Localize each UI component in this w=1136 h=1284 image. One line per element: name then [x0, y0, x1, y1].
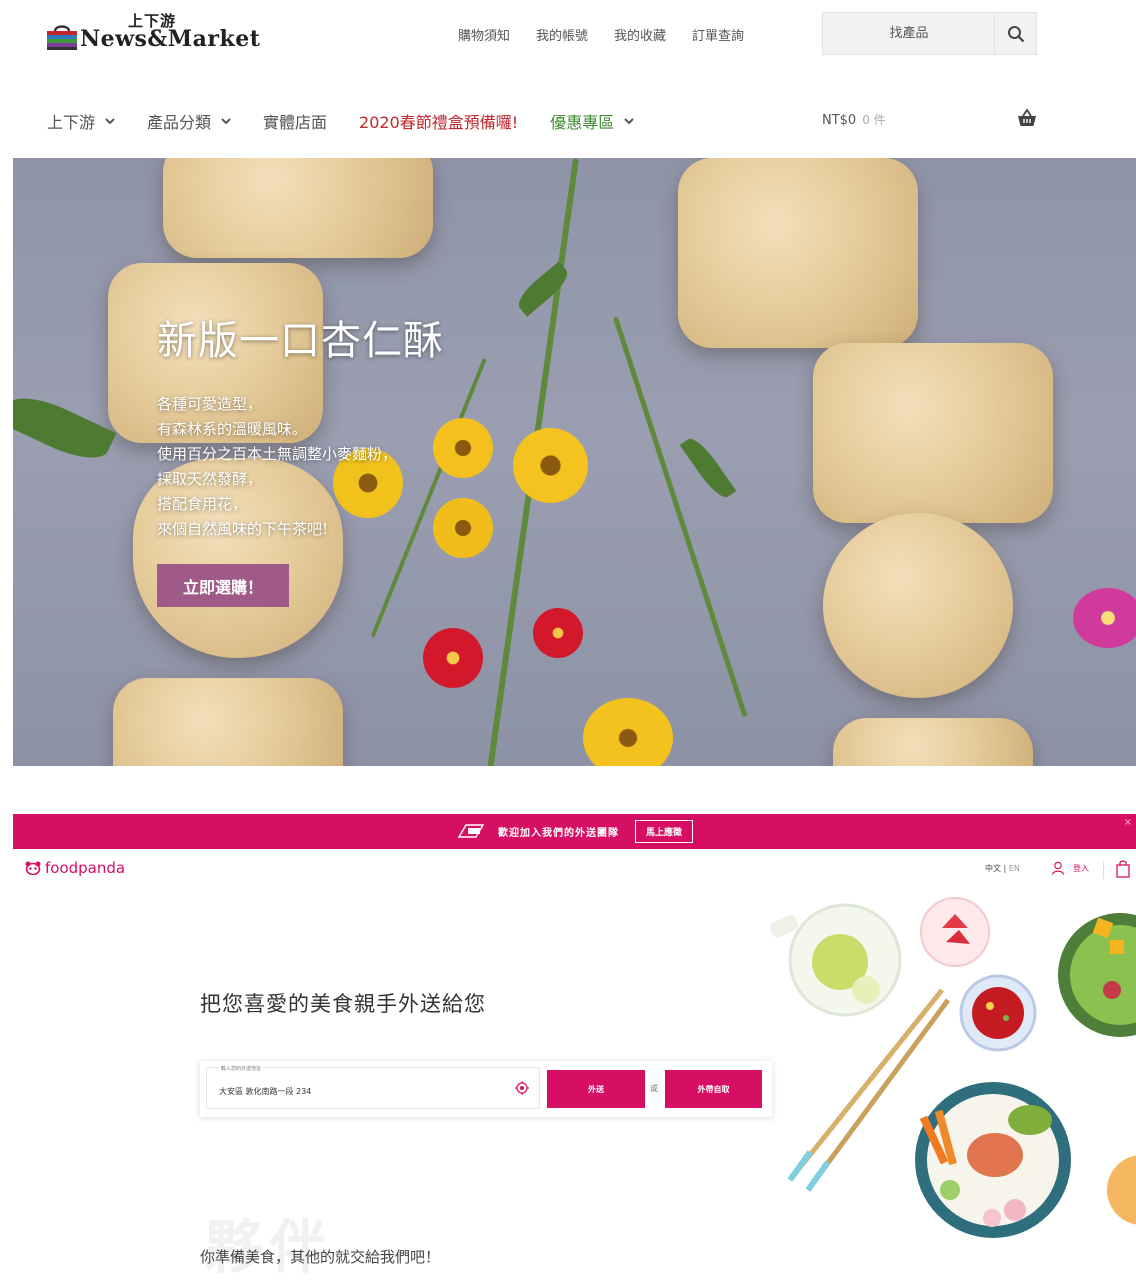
lang-en[interactable]: EN [1009, 864, 1020, 873]
leaf-image [512, 261, 574, 317]
leaf-image [13, 386, 117, 470]
buy-now-button[interactable]: 立即選購！ [157, 564, 289, 607]
hero-text: 新版一口杏仁酥 各種可愛造型， 有森林系的溫暖風味。 使用百分之百本土無調整小麥… [157, 308, 444, 542]
cart-total[interactable]: NT$0 0 件 [822, 111, 886, 128]
delivery-button[interactable]: 外送 [547, 1070, 645, 1108]
hero-line: 有森林系的溫暖風味。 [157, 420, 308, 438]
cart-bag-icon[interactable] [1116, 860, 1130, 878]
top-links: 購物須知 我的帳號 我的收藏 訂單查詢 [458, 25, 744, 44]
apply-now-button[interactable]: 馬上應徵 [634, 820, 693, 843]
nav-item-about[interactable]: 上下游 [47, 109, 115, 133]
hero-banner: 新版一口杏仁酥 各種可愛造型， 有森林系的溫暖風味。 使用百分之百本土無調整小麥… [13, 158, 1136, 766]
yellow-flower-image [513, 428, 588, 503]
shopping-bag-logo-icon [47, 25, 77, 50]
basket-icon[interactable] [1017, 109, 1037, 127]
cookie-image [813, 343, 1053, 523]
nav-item-label: 上下游 [47, 113, 96, 132]
foodpanda-heading: 把您喜愛的美食親手外送給您 [200, 992, 486, 1016]
locate-icon[interactable] [515, 1081, 529, 1095]
red-flower-image [533, 608, 583, 658]
delivery-bag-icon [457, 823, 485, 838]
foodpanda-logo[interactable]: foodpanda [25, 859, 125, 877]
hero-line: 採取天然發酵， [157, 470, 263, 488]
nav-item-categories[interactable]: 產品分類 [147, 109, 231, 133]
user-icon [1051, 861, 1065, 875]
foodpanda-logo-text: foodpanda [45, 859, 126, 877]
address-field: 輸入您的外送地址 [206, 1065, 540, 1109]
hero-title: 新版一口杏仁酥 [157, 318, 444, 364]
pickup-button[interactable]: 外帶自取 [665, 1070, 762, 1108]
partner-tagline: 你準備美食，其他的就交給我們吧！ [200, 1248, 441, 1266]
logo-name: News&Market [80, 26, 261, 52]
or-text: 或 [650, 1084, 658, 1093]
search-box [822, 12, 1037, 55]
header-divider [1103, 861, 1104, 879]
leaf-image [679, 433, 737, 503]
recruit-banner: 歡迎加入我們的外送團隊 馬上應徵 × [13, 814, 1136, 849]
address-input[interactable] [217, 1086, 507, 1097]
nav-item-label: 2020春節禮盒預備囉! [359, 113, 519, 132]
link-shopping-guide[interactable]: 購物須知 [458, 25, 510, 44]
link-my-favorites[interactable]: 我的收藏 [614, 25, 666, 44]
yellow-flower-image [583, 698, 673, 766]
delivery-form: 輸入您的外送地址 外送 或 外帶自取 [200, 1061, 772, 1117]
hero-line: 使用百分之百本土無調整小麥麵粉， [157, 445, 398, 463]
nav-item-deals[interactable]: 優惠專區 [550, 109, 634, 133]
address-label: 輸入您的外送地址 [219, 1065, 264, 1072]
foodpanda-header: foodpanda 中文 | EN 登入 [13, 849, 1136, 889]
lang-zh[interactable]: 中文 [985, 864, 1001, 873]
food-illustration [770, 897, 1136, 1238]
search-button[interactable] [994, 13, 1036, 54]
search-icon [1007, 25, 1024, 42]
nav-item-label: 優惠專區 [550, 113, 615, 132]
login-label: 登入 [1073, 863, 1089, 873]
hero-line: 搭配食用花， [157, 495, 248, 513]
red-flower-image [423, 628, 483, 688]
cookie-image [163, 158, 433, 258]
nav-item-label: 實體店面 [263, 113, 328, 132]
cookie-image [113, 678, 343, 766]
hero-description: 各種可愛造型， 有森林系的溫暖風味。 使用百分之百本土無調整小麥麵粉， 採取天然… [157, 392, 444, 542]
search-input[interactable] [823, 13, 995, 54]
link-my-account[interactable]: 我的帳號 [536, 25, 588, 44]
cart-count: 0 件 [862, 113, 886, 127]
nav-item-spring-gift[interactable]: 2020春節禮盒預備囉! [359, 109, 518, 133]
pink-flower-image [1073, 588, 1136, 648]
login-button[interactable]: 登入 [1051, 861, 1089, 875]
link-order-lookup[interactable]: 訂單查詢 [692, 25, 744, 44]
cookie-image [833, 718, 1033, 766]
partner-watermark: 夥伴 [205, 1213, 334, 1281]
cookie-image [678, 158, 918, 348]
chevron-down-icon [105, 118, 115, 125]
flower-stem [613, 316, 748, 718]
cookie-image [823, 513, 1013, 698]
hero-line: 來個自然風味的下午茶吧! [157, 520, 329, 538]
main-nav: 上下游 產品分類 實體店面 2020春節禮盒預備囉! 優惠專區 [47, 109, 666, 133]
cart-amount: NT$0 [822, 113, 857, 128]
close-icon[interactable]: × [1124, 817, 1132, 828]
chevron-down-icon [624, 118, 634, 125]
news-market-logo[interactable]: 上下游 News&Market [44, 10, 284, 56]
chevron-down-icon [221, 118, 231, 125]
news-market-header: 上下游 News&Market 購物須知 我的帳號 我的收藏 訂單查詢 上下游 … [0, 0, 1136, 158]
recruit-text: 歡迎加入我們的外送團隊 [497, 828, 619, 839]
language-switch: 中文 | EN [985, 864, 1020, 873]
panda-icon [25, 861, 41, 875]
nav-item-stores[interactable]: 實體店面 [263, 109, 327, 133]
nav-item-label: 產品分類 [147, 113, 212, 132]
hero-line: 各種可愛造型， [157, 395, 263, 413]
